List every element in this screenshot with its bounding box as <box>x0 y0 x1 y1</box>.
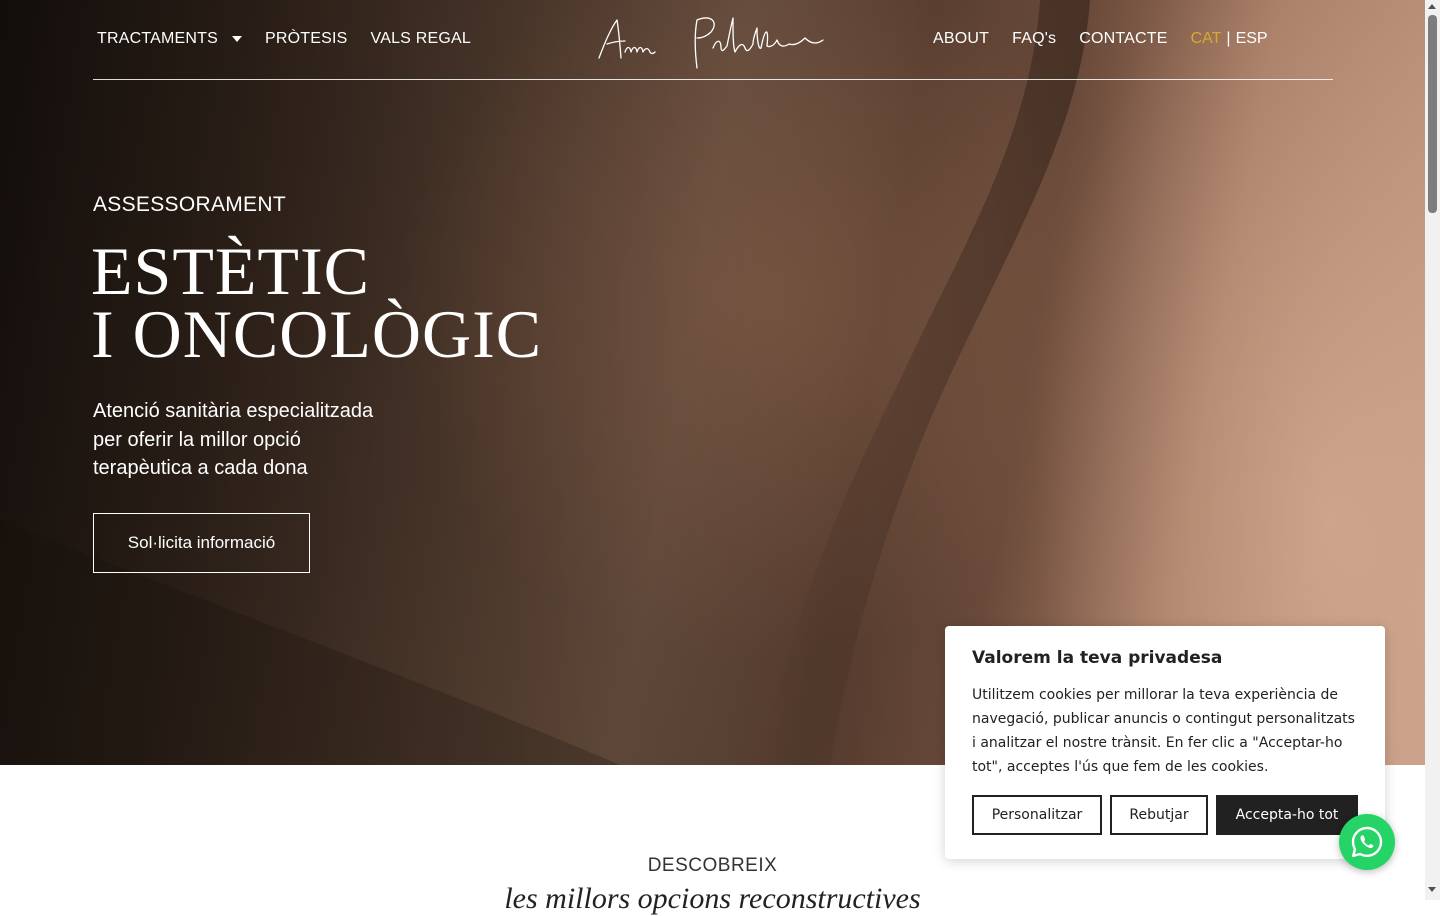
nav-item-label: FAQ's <box>1012 30 1057 47</box>
nav-item-vals-regal[interactable]: VALS REGAL <box>371 30 471 48</box>
nav-item-contacte[interactable]: CONTACTE <box>1079 30 1167 48</box>
language-cat-link[interactable]: CAT <box>1191 30 1222 48</box>
nav-item-label: TRACTAMENTS <box>97 30 219 47</box>
nav-item-label: ABOUT <box>933 30 990 47</box>
hero-lead-line-2: per oferir la millor opció <box>93 428 301 451</box>
nav-item-protesis[interactable]: PRÒTESIS <box>265 30 348 48</box>
language-separator: | <box>1226 30 1231 47</box>
logo[interactable] <box>593 8 833 72</box>
hero-title-line-2: I ONCOLÒGIC <box>91 296 543 372</box>
nav-item-label: VALS REGAL <box>370 30 471 47</box>
hero-lead-line-1: Atenció sanitària especialitzada <box>93 400 374 422</box>
cookie-customize-button[interactable]: Personalitzar <box>972 795 1102 835</box>
nav-item-tractaments[interactable]: TRACTAMENTS <box>97 30 243 48</box>
scroll-down-arrow-icon[interactable] <box>1428 887 1436 892</box>
scroll-up-arrow-icon[interactable] <box>1428 4 1436 9</box>
nav-item-about[interactable]: ABOUT <box>933 30 989 48</box>
nav-item-label: CONTACTE <box>1079 30 1168 47</box>
hero-lead: Atenció sanitària especialitzada per ofe… <box>93 397 433 483</box>
nav-right-group: ABOUT FAQ's CONTACTE CAT | ESP <box>933 30 1268 48</box>
cookie-accept-button[interactable]: Accepta-ho tot <box>1216 795 1358 835</box>
hero-title-line-1: ESTÈTIC <box>91 233 370 309</box>
nav-item-label: PRÒTESIS <box>265 30 348 47</box>
cookie-text: Utilitzem cookies per millorar la teva e… <box>972 687 1355 775</box>
scrollbar-thumb[interactable] <box>1428 15 1437 213</box>
request-info-button[interactable]: Sol·licita informació <box>93 513 310 573</box>
cookie-reject-button[interactable]: Rebutjar <box>1110 795 1208 835</box>
hero-eyebrow: ASSESSORAMENT <box>93 193 286 216</box>
whatsapp-button[interactable] <box>1339 814 1395 870</box>
hero-lead-line-3: terapèutica a cada dona <box>93 457 308 479</box>
page-scrollbar[interactable] <box>1425 0 1440 900</box>
section-title: les millors opcions reconstructives <box>504 882 921 915</box>
top-navigation: TRACTAMENTS PRÒTESIS VALS REGAL ABOUT FA… <box>93 0 1333 80</box>
nav-left-group: TRACTAMENTS PRÒTESIS VALS REGAL <box>97 30 494 48</box>
cookie-title: Valorem la teva privadesa <box>972 648 1223 668</box>
cookie-consent-dialog: Valorem la teva privadesa Utilitzem cook… <box>945 626 1385 859</box>
language-esp-link[interactable]: ESP <box>1236 30 1268 48</box>
whatsapp-icon <box>1351 826 1383 857</box>
hero-title: ESTÈTIC I ONCOLÒGIC <box>91 233 543 372</box>
nav-item-faqs[interactable]: FAQ's <box>1012 30 1056 48</box>
caret-down-icon[interactable] <box>232 36 243 42</box>
